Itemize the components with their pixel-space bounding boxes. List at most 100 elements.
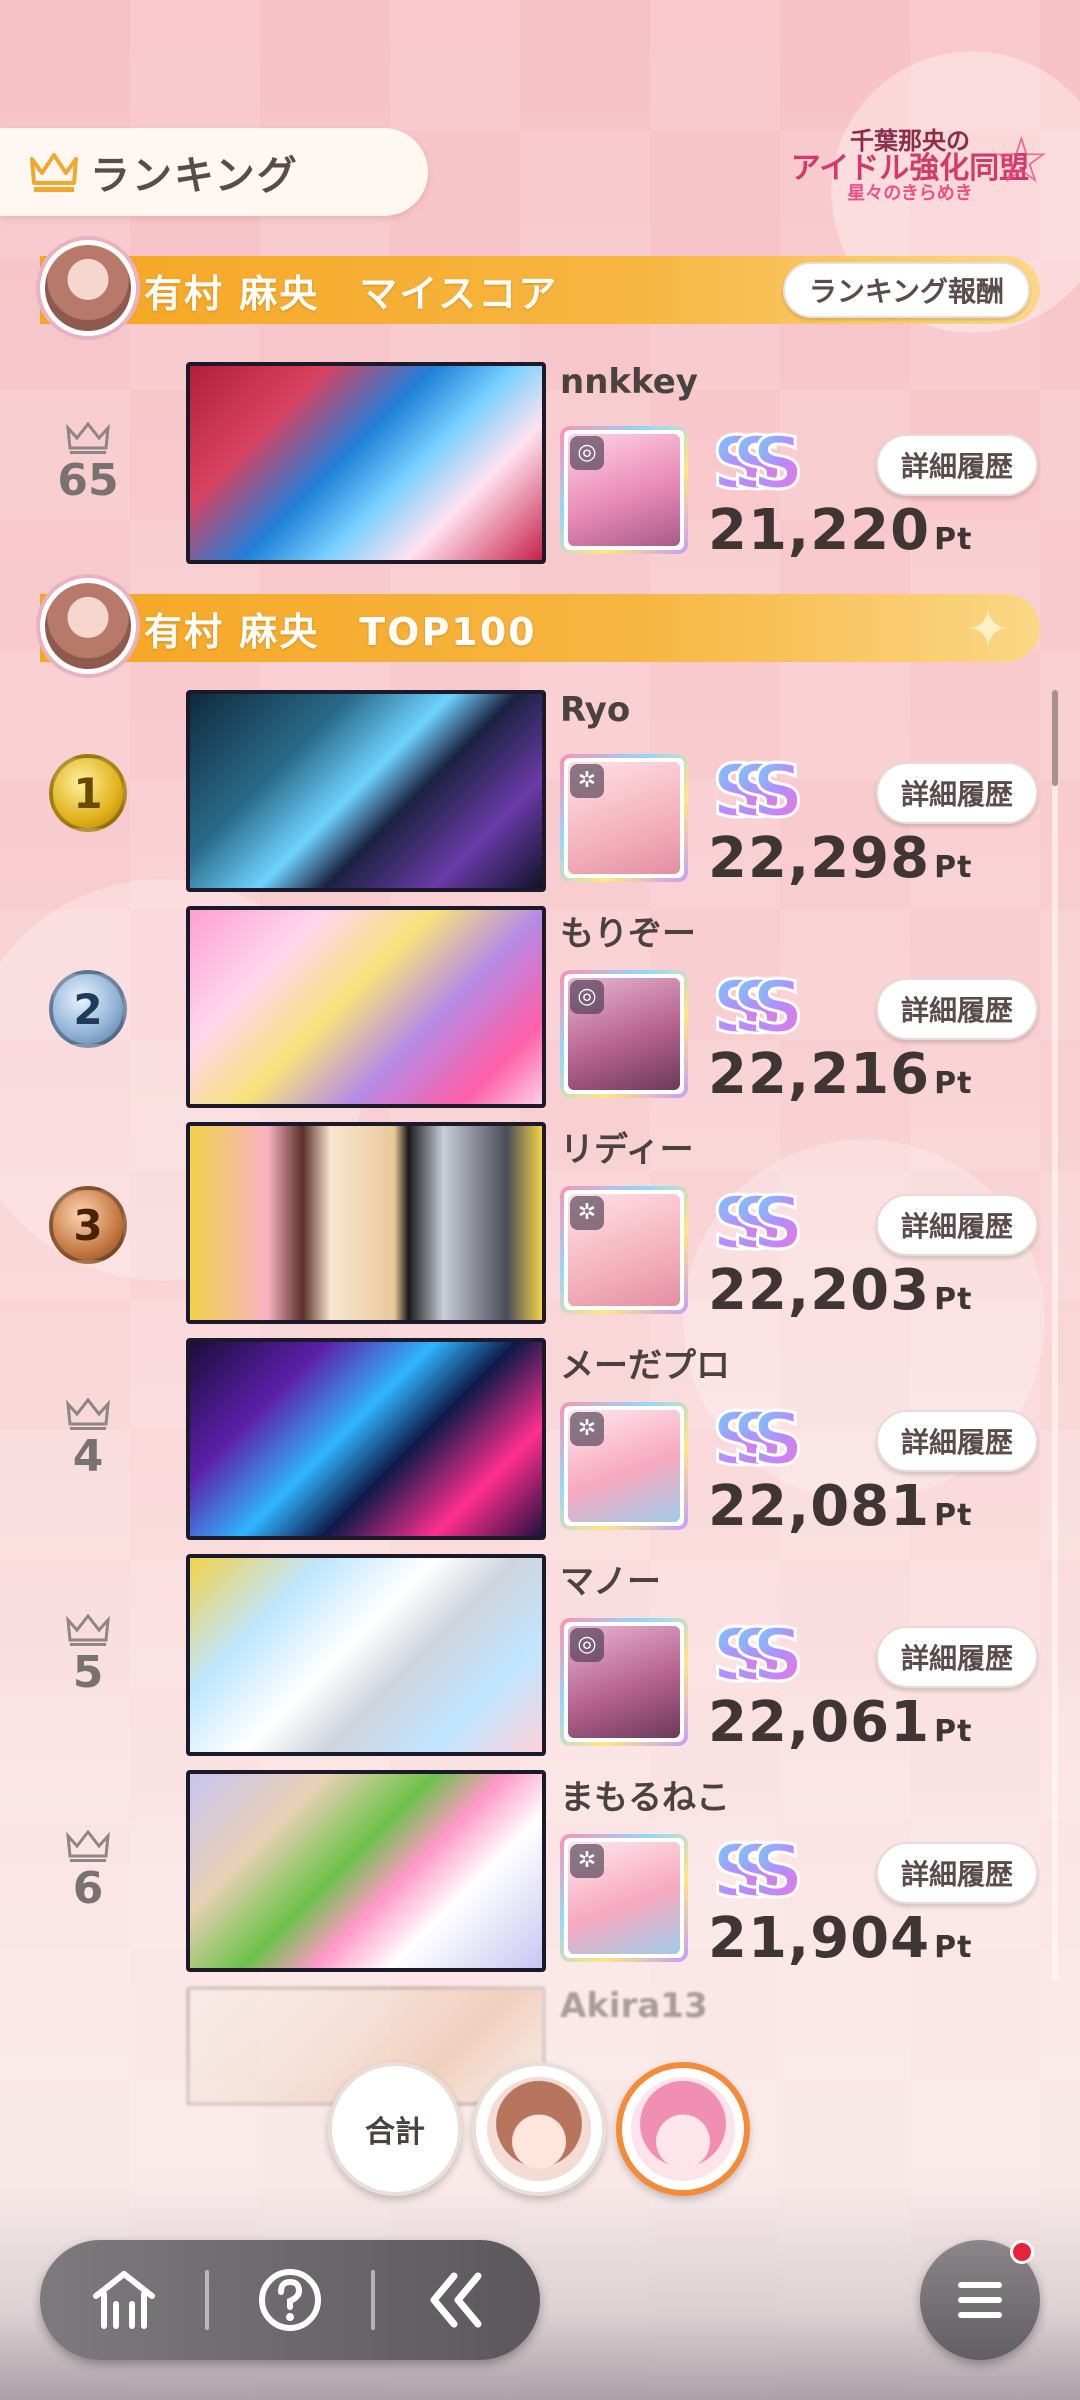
my-score-row: 65 nnkkey ◎ S S S 21,220 Pt 詳細履歴 [0,362,1050,566]
detail-history-button[interactable]: 詳細履歴 [876,1626,1038,1688]
menu-button[interactable] [920,2240,1040,2360]
crown-icon [66,421,110,454]
scrollbar[interactable] [1052,690,1058,1980]
menu-icon [958,2282,1002,2318]
rank-indicator: 1 [40,740,136,850]
score-unit: Pt [934,1714,973,1749]
crown-icon [66,1613,110,1646]
score-number: 22,061 [708,1690,931,1755]
player-banner[interactable] [186,1122,546,1324]
detail-history-button[interactable]: 詳細履歴 [876,1410,1038,1472]
detail-history-button[interactable]: 詳細履歴 [876,1842,1038,1904]
home-button[interactable] [76,2252,172,2348]
svg-text:S: S [752,1182,804,1265]
score-number: 22,216 [708,1042,931,1107]
score-value: 22,216 Pt [708,1044,972,1115]
player-banner[interactable] [186,1770,546,1972]
ranking-row: 4 メーだプロ ✲ S S S 22,081 Pt 詳細履歴 [0,1338,1050,1542]
ranking-row: 2 もりぞー ◎ S S S 22,216 Pt 詳細履歴 [0,906,1050,1110]
support-card-icon[interactable]: ✲ [560,754,688,882]
detail-history-button[interactable]: 詳細履歴 [876,762,1038,824]
sss-grade-icon: S S S [711,1830,806,1914]
player-name: もりぞー [560,914,696,954]
support-card-icon[interactable]: ✲ [560,1834,688,1962]
attribute-icon: ◎ [570,1628,604,1662]
rank-indicator: 5 [40,1604,136,1714]
gold-medal-icon: 1 [49,754,127,832]
attribute-icon: ✲ [570,1844,604,1878]
sss-grade-icon: S S S [711,750,806,834]
sss-grade-icon: S S S [711,1182,806,1266]
home-icon [93,2271,156,2329]
back-icon [430,2272,482,2328]
player-name: マノー [560,1562,661,1602]
score-unit: Pt [934,1930,973,1965]
svg-text:S: S [752,1398,804,1481]
scrollbar-thumb[interactable] [1052,690,1058,786]
support-card-icon[interactable]: ✲ [560,1186,688,1314]
svg-text:S: S [752,750,804,833]
detail-history-button[interactable]: 詳細履歴 [876,978,1038,1040]
player-name: Ryo [560,690,631,730]
support-card-icon[interactable]: ✲ [560,1402,688,1530]
score-number: 21,220 [708,498,931,563]
score-number: 22,081 [708,1474,931,1539]
score-unit: Pt [934,1282,973,1317]
rank-number: 6 [72,1863,104,1914]
nav-divider [370,2270,375,2330]
support-card-icon[interactable]: ◎ [560,970,688,1098]
attribute-icon: ◎ [570,436,604,470]
filter-total-button[interactable]: 合計 [328,2062,462,2196]
page-title-text: ランキング [90,153,299,199]
idol-avatar [40,578,136,674]
player-name: リディー [560,1130,694,1170]
filter-idol-a-button[interactable] [472,2062,606,2196]
my-score-section-label: 有村 麻央 マイスコア [144,271,559,316]
player-name: Akira13 [560,1986,708,2026]
detail-history-button[interactable]: 詳細履歴 [876,434,1038,496]
top100-section-bar: 有村 麻央 TOP100 ✦ [40,594,1040,662]
attribute-icon: ✲ [570,1412,604,1446]
score-unit: Pt [934,850,973,885]
player-name: nnkkey [560,362,698,402]
crown-icon [30,153,78,192]
detail-history-button[interactable]: 詳細履歴 [876,1194,1038,1256]
attribute-icon: ✲ [570,764,604,798]
ranking-row: 1 Ryo ✲ S S S 22,298 Pt 詳細履歴 [0,690,1050,894]
score-unit: Pt [934,1498,973,1533]
svg-text:S: S [752,1830,804,1913]
rank-number: 5 [72,1647,104,1698]
player-banner[interactable] [186,690,546,892]
ranking-reward-button[interactable]: ランキング報酬 [782,262,1030,318]
sss-grade-icon: S S S [711,1614,806,1698]
ranking-row: 3 リディー ✲ S S S 22,203 Pt 詳細履歴 [0,1122,1050,1326]
score-value: 21,220 Pt [708,500,972,571]
player-banner[interactable] [186,1554,546,1756]
crown-icon [66,1397,110,1430]
help-icon [258,2269,321,2331]
idol-face-icon [631,2077,735,2181]
attribute-icon: ◎ [570,980,604,1014]
support-card-icon[interactable]: ◎ [560,426,688,554]
rank-indicator: 2 [40,956,136,1066]
help-button[interactable] [242,2252,338,2348]
svg-text:S: S [752,422,804,505]
rank-number: 4 [72,1431,104,1482]
star-icon: ☆ [992,124,1050,198]
filter-idol-b-button[interactable] [616,2062,750,2196]
support-card-icon[interactable]: ◎ [560,1618,688,1746]
top100-section-label: 有村 麻央 TOP100 [144,609,537,654]
score-unit: Pt [934,1066,973,1101]
player-banner[interactable] [186,1338,546,1540]
player-banner[interactable] [186,362,546,564]
player-banner[interactable] [186,906,546,1108]
bottom-nav [40,2240,540,2360]
back-button[interactable] [408,2252,504,2348]
event-logo: ☆ 千葉那央の アイドル強化同盟 星々のきらめき [760,124,1060,218]
score-number: 22,298 [708,826,931,891]
player-name: まもるねこ [560,1778,730,1818]
score-value: 22,061 Pt [708,1692,972,1763]
idol-face-icon [487,2077,591,2181]
page-title: ランキング [0,128,428,216]
idol-avatar [40,240,136,336]
